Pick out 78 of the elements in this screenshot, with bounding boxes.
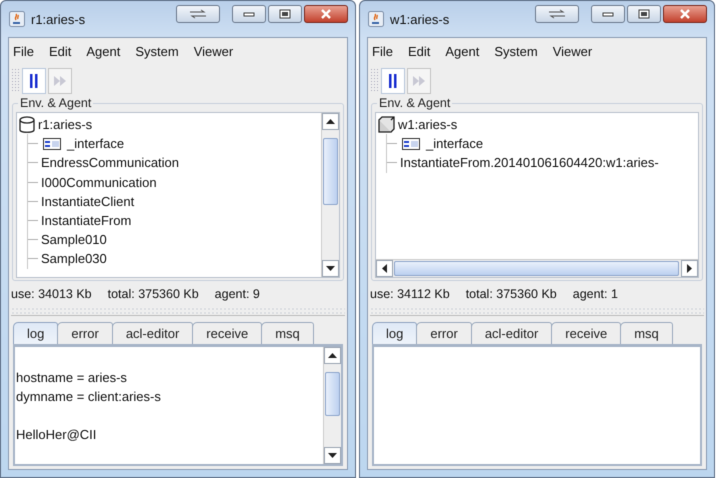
tree-item[interactable]: InstantiateClient [41,194,134,209]
tab[interactable]: msq [620,322,673,344]
minimize-button[interactable] [591,5,625,23]
swap-icon [189,9,207,19]
up-arrow-icon [326,119,335,124]
close-icon [320,9,332,19]
maximize-icon [279,9,291,19]
swap-button[interactable] [535,5,579,23]
close-button[interactable] [663,5,707,23]
database-icon [19,116,35,134]
menu-item[interactable]: Viewer [552,44,592,58]
menu-item[interactable]: System [135,44,179,58]
status-text: agent: 1 [572,287,618,303]
app-icon [9,11,25,27]
status-text: use: 34112 Kb [370,287,450,303]
pause-icon [30,74,38,88]
log-line: hostname = aries-s [16,369,128,387]
tree-item[interactable]: _interface [67,136,124,152]
status-text: total: 375360 Kb [108,287,199,303]
tab[interactable]: log [372,322,418,344]
log-line: dymname = client:aries-s [16,388,162,406]
group-title: Env. & Agent [18,96,94,110]
close-icon [679,9,691,19]
maximize-button[interactable] [268,5,302,23]
swap-button[interactable] [176,5,220,23]
log-line: HelloHer@CII [16,426,98,444]
pause-button[interactable] [381,68,405,94]
minimize-button[interactable] [232,5,266,23]
status-text: total: 375360 Kb [466,287,557,303]
pause-icon [389,74,397,88]
menu-item[interactable]: File [13,44,34,58]
horizontal-scrollbar[interactable] [376,259,698,277]
up-arrow-icon [328,353,337,358]
tree-item[interactable]: Sample030 [41,251,107,266]
status-text: use: 34013 Kb [11,287,92,303]
pause-button[interactable] [22,68,46,94]
app-icon [368,11,384,27]
tree-item[interactable]: _interface [426,136,484,152]
status-text: agent: 9 [214,287,260,303]
tree-item[interactable]: EndressCommunication [41,155,180,170]
tab[interactable]: log [13,322,58,344]
tab[interactable]: msq [261,322,314,344]
group-title: Env. & Agent [377,96,452,110]
menu-item[interactable]: System [494,44,538,58]
maximize-button[interactable] [627,5,661,23]
vertical-scrollbar[interactable] [323,347,341,464]
interface-icon [43,138,61,150]
tree-item[interactable]: w1:aries-s [398,117,458,132]
swap-icon [548,9,566,19]
minimize-icon [602,11,614,17]
menu-item[interactable]: Edit [408,44,430,58]
down-arrow-icon [326,266,335,271]
interface-icon [402,138,420,150]
down-arrow-icon [328,453,337,458]
menu-item[interactable]: File [372,44,393,58]
tab[interactable]: error [57,322,113,344]
window-title: w1:aries-s [390,12,450,26]
minimize-icon [243,11,255,17]
tree-item[interactable]: InstantiateFrom [41,213,132,228]
menu-item[interactable]: Edit [48,44,72,58]
window-title: r1:aries-s [31,12,86,26]
right-arrow-icon [687,264,692,273]
fast-forward-icon [54,75,66,87]
fast-forward-icon [413,75,425,87]
close-button[interactable] [304,5,348,23]
tree-item[interactable]: r1:aries-s [38,117,92,132]
menu-item[interactable]: Agent [86,44,120,58]
tree-item[interactable]: InstantiateFrom.201401061604420:w1:aries- [400,155,659,170]
splitter-handle[interactable] [11,307,345,316]
menu-item[interactable]: Agent [445,44,480,58]
maximize-icon [638,9,650,19]
left-arrow-icon [382,264,387,273]
tree-item[interactable]: Sample010 [41,232,107,248]
tree-item[interactable]: I000Communication [41,174,157,190]
menu-item[interactable]: Viewer [194,44,234,58]
splitter-handle[interactable] [370,307,704,316]
tab[interactable]: error [416,322,472,344]
vertical-scrollbar[interactable] [321,113,339,277]
